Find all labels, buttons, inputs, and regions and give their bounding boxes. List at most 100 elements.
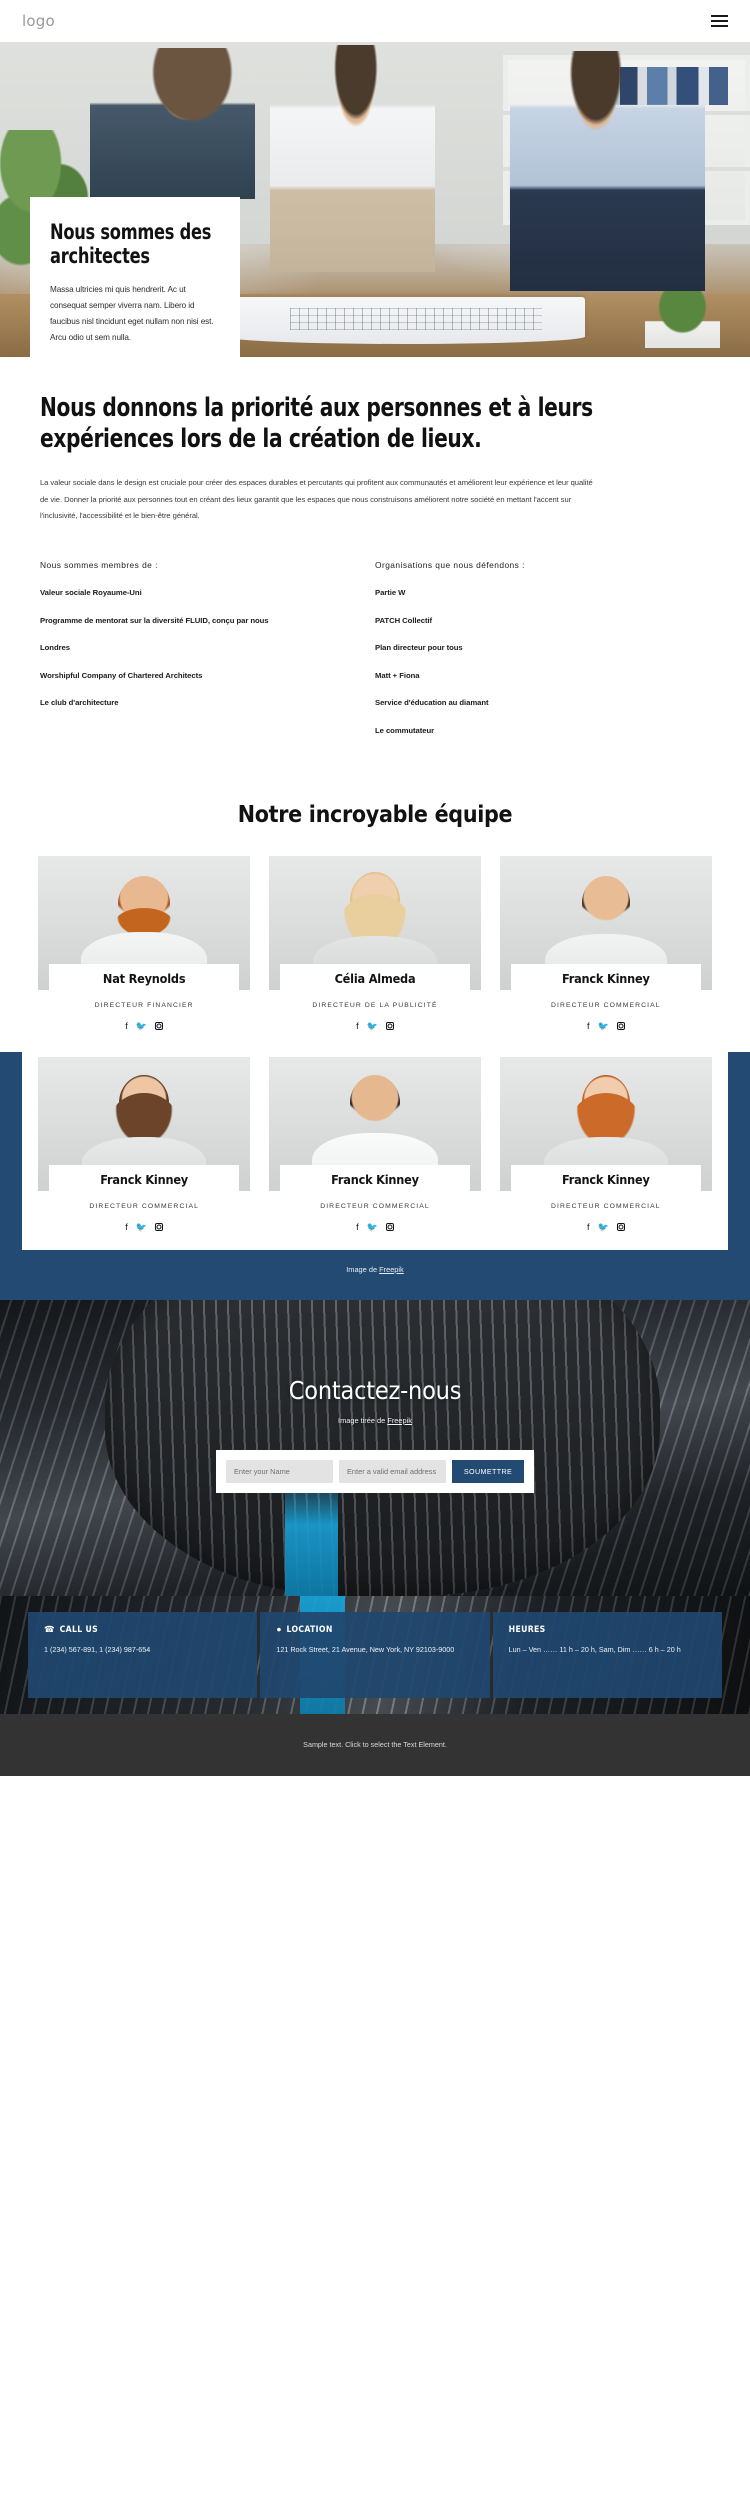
member-nameplate: Franck Kinney [510,964,701,995]
contact-credit-prefix: Image tirée de [338,1415,388,1425]
list-item: PATCH Collectif [375,615,433,625]
supported-column-title: Organisations que nous défendons : [375,560,525,571]
team-member-card[interactable]: Franck Kinney DIRECTEUR COMMERCIAL f 🐦 [499,1056,712,1232]
info-card-title: HEURES [508,1624,546,1635]
team-cards-container: Nat Reynolds DIRECTEUR FINANCIER f 🐦 Cél… [22,856,728,1250]
site-logo[interactable]: logo [22,12,55,30]
member-socials: f 🐦 [38,1222,250,1232]
team-row-2: Franck Kinney DIRECTEUR COMMERCIAL f 🐦 F… [30,1056,720,1232]
member-socials: f 🐦 [500,1222,712,1232]
team-row-1: Nat Reynolds DIRECTEUR FINANCIER f 🐦 Cél… [30,856,720,1031]
organisations-columns: Nous sommes membres de : Valeur sociale … [40,560,710,756]
info-card-hours: HEURES Lun – Ven …… 11 h – 20 h, Sam, Di… [492,1611,722,1698]
site-header: logo [0,0,750,42]
submit-button[interactable]: SOUMETTRE [452,1459,524,1483]
info-card-body: 121 Rock Street, 21 Avenue, New York, NY… [276,1644,455,1654]
team-image-credit: Image de Freepik [0,1250,750,1300]
member-nameplate: Célia Almeda [279,964,471,995]
team-title: Notre incroyable équipe [237,802,513,829]
members-column: Nous sommes membres de : Valeur sociale … [40,560,375,752]
facebook-icon[interactable]: f [587,1222,590,1232]
twitter-icon[interactable]: 🐦 [136,1222,147,1232]
mission-heading: Nous donnons la priorité aux personnes e… [40,393,593,455]
facebook-icon[interactable]: f [587,1021,590,1031]
hero-description: Massa ultricies mi quis hendrerit. Ac ut… [50,284,214,342]
member-socials: f 🐦 [38,1021,250,1031]
contact-title: Contactez-nous [288,1375,462,1405]
instagram-icon[interactable] [616,1022,625,1031]
facebook-icon[interactable]: f [356,1222,359,1232]
instagram-icon[interactable] [385,1022,394,1031]
location-pin-icon: ● [276,1624,282,1635]
member-role: DIRECTEUR FINANCIER [94,1002,194,1010]
supported-list: Partie W PATCH Collectif Plan directeur … [375,587,684,736]
member-name: Franck Kinney [331,1171,419,1187]
mission-body: La valeur sociale dans le design est cru… [40,478,593,520]
footer-text[interactable]: Sample text. Click to select the Text El… [303,1740,447,1749]
member-nameplate: Franck Kinney [49,1164,240,1195]
members-column-title: Nous sommes membres de : [40,560,158,571]
twitter-icon[interactable]: 🐦 [367,1021,378,1031]
list-item: Plan directeur pour tous [375,643,463,653]
contact-credit-link[interactable]: Freepik [387,1416,412,1425]
mission-section: Nous donnons la priorité aux personnes e… [0,357,750,757]
member-role: DIRECTEUR COMMERCIAL [551,1002,661,1010]
instagram-icon[interactable] [155,1223,164,1231]
facebook-icon[interactable]: f [125,1222,128,1232]
instagram-icon[interactable] [155,1022,164,1031]
member-socials: f 🐦 [269,1222,481,1232]
burger-line [711,14,728,17]
contact-info-strip: ☎ CALL US 1 (234) 567-891, 1 (234) 987-6… [0,1595,750,1714]
facebook-icon[interactable]: f [125,1021,128,1031]
info-card-title: LOCATION [286,1624,333,1635]
team-member-card[interactable]: Franck Kinney DIRECTEUR COMMERCIAL f 🐦 [38,1056,251,1232]
hero-card: Nous sommes des architectes Massa ultric… [30,197,240,357]
list-item: Worshipful Company of Chartered Architec… [40,670,203,680]
team-section: Notre incroyable équipe Nat Reynolds DIR… [0,756,750,1627]
member-name: Nat Reynolds [102,971,186,987]
facebook-icon[interactable]: f [356,1021,359,1031]
info-card-body: 1 (234) 567-891, 1 (234) 987-654 [44,1644,151,1654]
team-credit-prefix: Image de [346,1264,380,1274]
member-role: DIRECTEUR COMMERCIAL [551,1202,661,1210]
member-nameplate: Franck Kinney [510,1164,701,1195]
instagram-icon[interactable] [385,1223,394,1231]
list-item: Partie W [375,588,406,598]
page-root: logo Nous sommes des architectes Massa u… [0,0,750,1776]
member-name: Franck Kinney [100,1171,188,1187]
burger-line [711,25,728,28]
contact-form: SOUMETTRE [216,1449,534,1493]
email-input[interactable] [339,1459,446,1483]
twitter-icon[interactable]: 🐦 [597,1021,608,1031]
hero-section: Nous sommes des architectes Massa ultric… [0,42,750,357]
hero-title: Nous sommes des architectes [50,220,212,269]
list-item: Programme de mentorat sur la diversité F… [40,615,269,625]
member-socials: f 🐦 [269,1021,481,1031]
info-card-body: Lun – Ven …… 11 h – 20 h, Sam, Dim …… 6 … [508,1644,681,1654]
member-name: Franck Kinney [561,1171,650,1187]
info-card-title: CALL US [59,1624,99,1635]
list-item: Valeur sociale Royaume-Uni [40,588,142,598]
site-footer: Sample text. Click to select the Text El… [0,1713,750,1776]
member-socials: f 🐦 [500,1021,712,1031]
info-card-call-us: ☎ CALL US 1 (234) 567-891, 1 (234) 987-6… [28,1611,258,1698]
team-credit-link[interactable]: Freepik [379,1265,404,1274]
instagram-icon[interactable] [616,1223,625,1231]
hamburger-menu-icon[interactable] [711,14,728,28]
name-input[interactable] [226,1459,333,1483]
twitter-icon[interactable]: 🐦 [136,1021,147,1031]
list-item: Service d'éducation au diamant [375,698,489,708]
member-nameplate: Franck Kinney [279,1164,471,1195]
team-member-card[interactable]: Franck Kinney DIRECTEUR COMMERCIAL f 🐦 [499,856,712,1031]
team-member-card[interactable]: Célia Almeda DIRECTEUR DE LA PUBLICITÉ f… [268,856,482,1031]
member-role: DIRECTEUR COMMERCIAL [89,1202,199,1210]
twitter-icon[interactable]: 🐦 [367,1222,378,1232]
member-name: Célia Almeda [334,971,416,987]
twitter-icon[interactable]: 🐦 [597,1222,608,1232]
list-item: Londres [40,643,70,653]
team-member-card[interactable]: Nat Reynolds DIRECTEUR FINANCIER f 🐦 [38,856,251,1031]
members-list: Valeur sociale Royaume-Uni Programme de … [40,587,349,709]
contact-image-credit: Image tirée de Freepik [338,1416,412,1425]
team-member-card[interactable]: Franck Kinney DIRECTEUR COMMERCIAL f 🐦 [268,1056,482,1232]
list-item: Le club d'architecture [40,698,119,708]
